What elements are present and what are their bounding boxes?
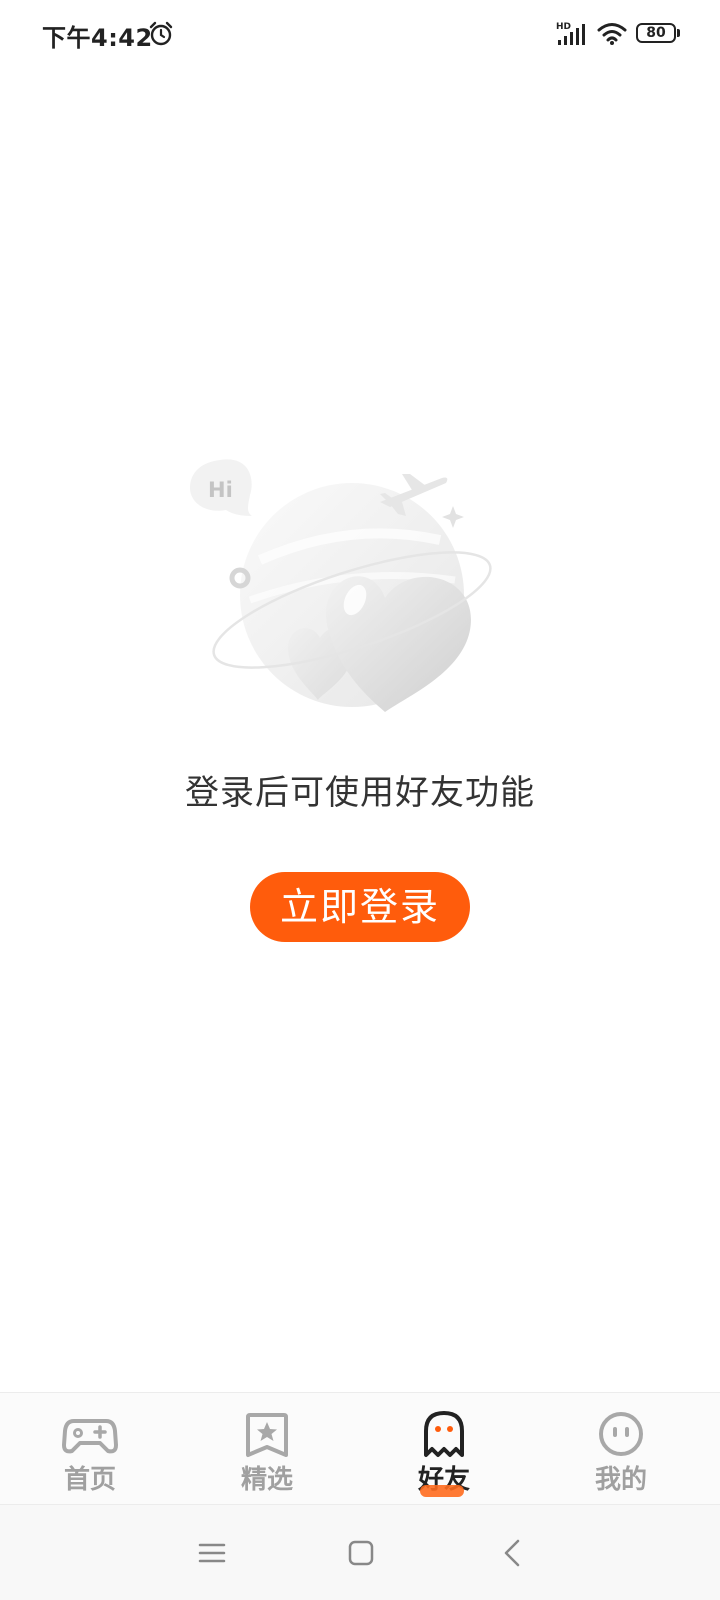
tab-label-featured: 精选 <box>240 1465 293 1495</box>
small-ring <box>229 567 251 589</box>
star-bookmark-icon <box>246 1413 288 1457</box>
empty-state-illustration: Hi <box>190 459 492 712</box>
tab-friends[interactable]: 好友 <box>354 1393 534 1505</box>
tab-home[interactable]: 首页 <box>0 1393 180 1505</box>
status-bar: 下午4:42 HD 80 <box>0 0 720 72</box>
signal-icon: HD <box>556 22 585 45</box>
battery-icon: 80 <box>636 23 680 45</box>
back-icon[interactable] <box>494 1533 534 1573</box>
login-prompt-text: 登录后可使用好友功能 <box>185 773 535 813</box>
tab-featured[interactable]: 精选 <box>177 1393 357 1505</box>
active-tab-indicator <box>420 1485 464 1497</box>
home-square-icon[interactable] <box>341 1533 381 1573</box>
gamepad-icon <box>62 1419 118 1454</box>
hi-text: Hi <box>208 478 233 502</box>
network-label: HD <box>556 22 571 32</box>
sparkle <box>442 506 464 528</box>
tab-mine[interactable]: 我的 <box>531 1393 711 1505</box>
battery-level: 80 <box>636 23 676 43</box>
screen: 下午4:42 HD 80 Hi 登录后可使用好友功能 立即登录 首页 精选 好友… <box>0 0 720 1600</box>
bottom-tab-bar: 首页 精选 好友 我的 <box>0 1392 720 1505</box>
system-nav-bar <box>0 1505 720 1600</box>
menu-icon[interactable] <box>192 1533 232 1573</box>
ghost-icon <box>424 1411 464 1457</box>
alarm-icon <box>149 21 173 46</box>
wifi-icon <box>597 23 627 45</box>
battery-tip <box>677 29 680 37</box>
tab-label-home: 首页 <box>63 1465 116 1495</box>
face-icon <box>599 1412 643 1456</box>
tab-label-mine: 我的 <box>594 1465 647 1495</box>
login-button[interactable]: 立即登录 <box>250 872 470 942</box>
status-time: 下午4:42 <box>42 24 153 52</box>
